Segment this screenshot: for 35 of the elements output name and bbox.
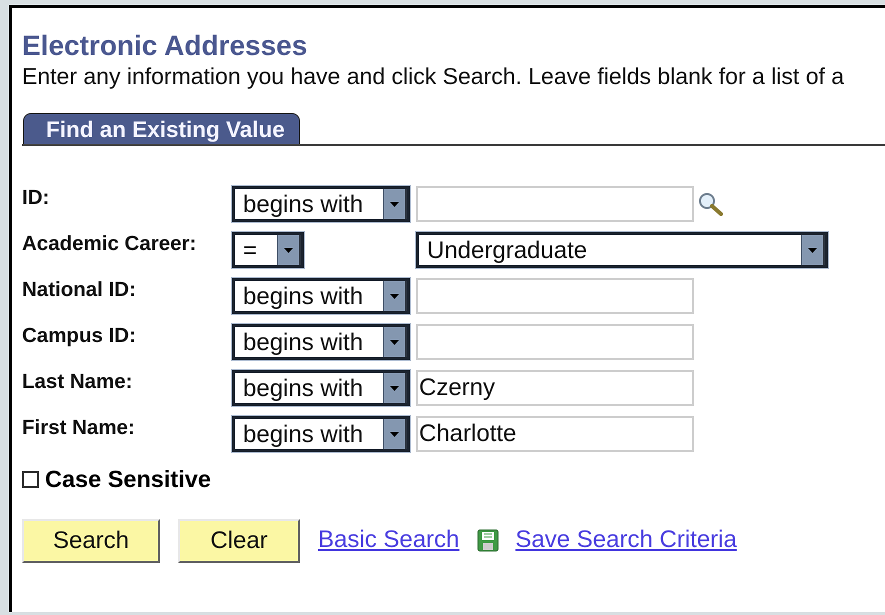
search-button[interactable]: Search xyxy=(22,519,160,563)
dropdown-arrow-icon[interactable] xyxy=(390,202,399,206)
instructions-text: Enter any information you have and click Search. Leave fields blank for a list of a xyxy=(22,62,846,90)
input-field[interactable]: Charlotte xyxy=(416,416,694,452)
dropdown-arrow-icon[interactable] xyxy=(390,432,399,436)
link[interactable]: Basic Search xyxy=(318,526,460,554)
dropdown-arrow-icon[interactable] xyxy=(390,294,399,298)
operator-dropdown[interactable]: begins with xyxy=(232,278,410,314)
field-label: Academic Career: xyxy=(22,232,196,256)
field-label: National ID: xyxy=(22,278,136,302)
operator-dropdown[interactable]: begins with xyxy=(232,186,410,222)
checkbox[interactable] xyxy=(22,471,39,488)
operator-dropdown[interactable]: begins with xyxy=(232,416,410,452)
clear-button[interactable]: Clear xyxy=(178,519,300,563)
page-title: Electronic Addresses xyxy=(22,29,308,62)
field-label: ID: xyxy=(22,186,50,210)
dropdown-arrow-icon[interactable] xyxy=(390,340,399,344)
dropdown-arrow-icon[interactable] xyxy=(808,248,817,252)
operator-dropdown[interactable]: = xyxy=(232,232,304,268)
operator-dropdown[interactable]: begins with xyxy=(232,324,410,360)
input-field[interactable] xyxy=(416,278,694,314)
field-label: First Name: xyxy=(22,416,135,440)
input-field[interactable] xyxy=(416,186,694,222)
operator-dropdown[interactable]: begins with xyxy=(232,370,410,406)
dropdown-arrow-icon[interactable] xyxy=(390,386,399,390)
input-field[interactable]: Czerny xyxy=(416,370,694,406)
link[interactable]: Save Search Criteria xyxy=(515,526,737,554)
field-label: Campus ID: xyxy=(22,324,136,348)
search-icon[interactable] xyxy=(698,192,724,216)
checkbox-label: Case Sensitive xyxy=(45,466,211,493)
tab[interactable]: Find an Existing Value xyxy=(23,113,300,144)
input-field[interactable] xyxy=(416,324,694,360)
value-dropdown[interactable]: Undergraduate xyxy=(416,232,828,268)
dropdown-arrow-icon[interactable] xyxy=(284,248,293,252)
field-label: Last Name: xyxy=(22,370,133,394)
